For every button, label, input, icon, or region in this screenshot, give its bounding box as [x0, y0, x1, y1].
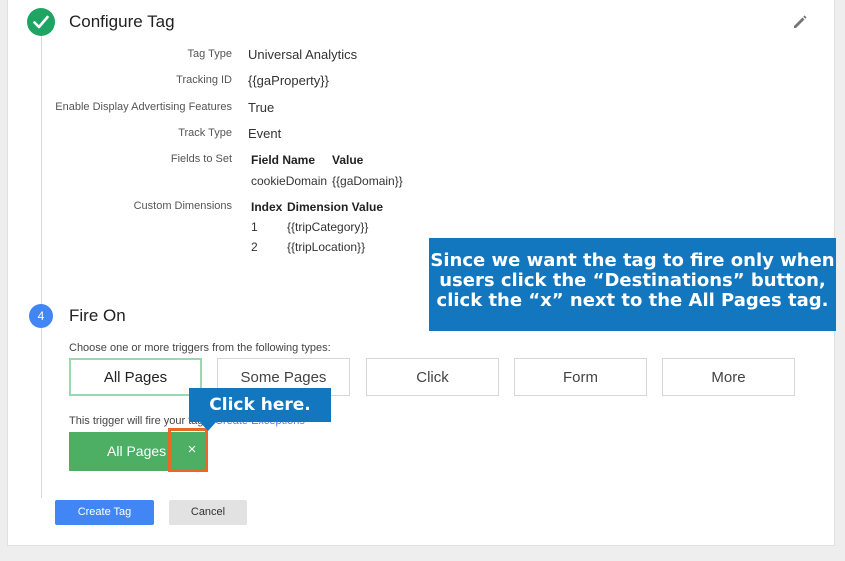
click-here-callout: Click here. [189, 388, 331, 422]
step-number-badge: 4 [29, 304, 53, 328]
trigger-click-button[interactable]: Click [366, 358, 499, 396]
configure-tag-title: Configure Tag [69, 12, 175, 31]
instruction-callout: Since we want the tag to fire only when … [429, 238, 836, 331]
step-complete-check-icon [27, 8, 55, 36]
create-tag-button[interactable]: Create Tag [55, 500, 154, 525]
trigger-all-pages-button[interactable]: All Pages [69, 358, 202, 396]
custom-dimensions-label: Custom Dimensions [133, 200, 232, 212]
field-name-cell: cookieDomain [251, 174, 328, 188]
track-type-value: Event [248, 126, 282, 141]
dimension-value-cell: {{tripCategory}} [287, 220, 369, 234]
edit-pencil-icon[interactable] [792, 14, 808, 30]
field-value-cell: {{gaDomain}} [332, 174, 403, 188]
display-advertising-value: True [248, 100, 275, 115]
tag-type-value: Universal Analytics [248, 47, 358, 62]
track-type-label: Track Type [178, 127, 232, 139]
remove-trigger-highlight [168, 428, 208, 472]
index-header: Index [251, 200, 283, 214]
cancel-button[interactable]: Cancel [169, 500, 247, 525]
field-value-header: Value [332, 153, 364, 167]
field-name-header: Field Name [251, 153, 316, 167]
callout-pointer [199, 421, 217, 431]
trigger-form-button[interactable]: Form [514, 358, 647, 396]
fire-on-title: Fire On [69, 306, 126, 325]
display-advertising-label: Enable Display Advertising Features [55, 101, 232, 113]
dimension-index-cell: 1 [251, 220, 258, 234]
tag-type-label: Tag Type [187, 48, 232, 60]
dimension-index-cell: 2 [251, 240, 258, 254]
fire-trigger-text: This trigger will fire your tag [69, 415, 204, 427]
step-connector-line [41, 36, 42, 498]
fields-to-set-label: Fields to Set [170, 153, 232, 165]
selected-trigger-label: All Pages [107, 443, 167, 459]
dimension-value-cell: {{tripLocation}} [287, 240, 366, 254]
dimension-value-header: Dimension Value [287, 200, 384, 214]
tracking-id-value: {{gaProperty}} [248, 73, 329, 88]
choose-triggers-text: Choose one or more triggers from the fol… [69, 342, 331, 354]
tracking-id-label: Tracking ID [176, 74, 232, 86]
trigger-more-button[interactable]: More [662, 358, 795, 396]
